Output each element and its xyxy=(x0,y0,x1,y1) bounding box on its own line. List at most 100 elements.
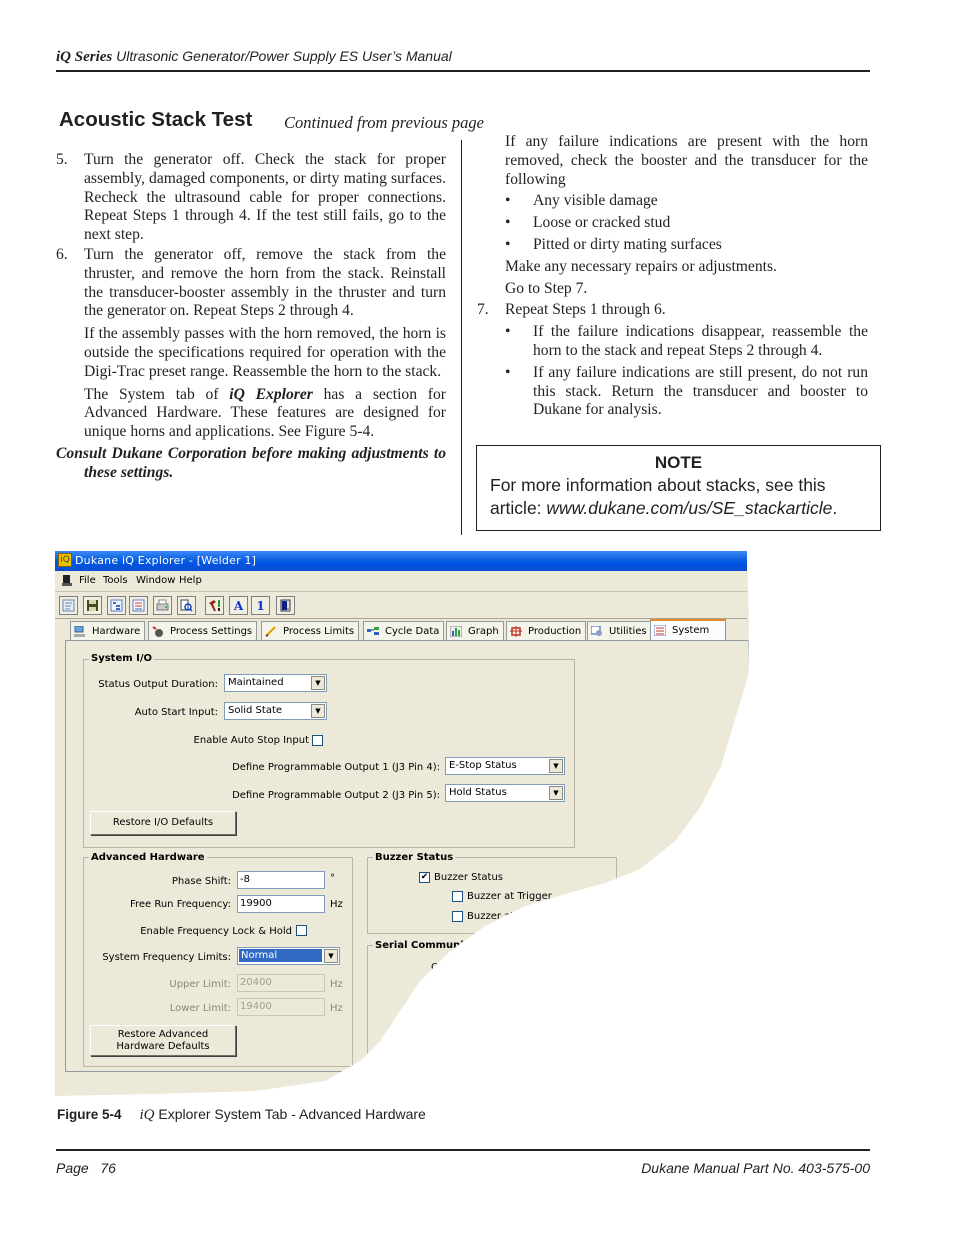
auto-stop-checkbox[interactable] xyxy=(312,735,323,746)
output2-select[interactable]: Hold Status ▼ xyxy=(445,784,565,802)
tab-system[interactable]: System xyxy=(650,619,727,640)
tab-process-limits[interactable]: Process Limits xyxy=(261,621,360,640)
menu-window[interactable]: Window xyxy=(136,575,175,586)
tab-label: System xyxy=(672,625,710,636)
restore-io-defaults-button[interactable]: Restore I/O Defaults xyxy=(90,811,236,835)
preview-icon xyxy=(180,599,193,612)
tools-button[interactable] xyxy=(205,596,224,615)
buzzer-trigger-checkbox[interactable] xyxy=(452,891,463,902)
output1-select[interactable]: E-Stop Status ▼ xyxy=(445,757,565,775)
text: . xyxy=(832,498,838,518)
step-6: 6. Turn the generator off, remove the st… xyxy=(56,246,446,321)
font-a-button[interactable]: A xyxy=(229,596,248,615)
sys-freq-select[interactable]: Normal ▼ xyxy=(237,947,340,965)
tab-hardware[interactable]: Hardware xyxy=(70,621,146,640)
serial-communication-title: Serial Communicat xyxy=(373,940,484,951)
report-button[interactable] xyxy=(59,596,78,615)
step-number: 6. xyxy=(56,245,68,263)
tab-cycle-data[interactable]: Cycle Data xyxy=(363,621,445,640)
preview-button[interactable] xyxy=(177,596,196,615)
phase-shift-unit: ° xyxy=(330,873,335,884)
auto-start-select[interactable]: Solid State ▼ xyxy=(224,702,327,720)
paragraph-goto: Go to Step 7. xyxy=(505,279,588,297)
menu-bar: File Tools Window Help xyxy=(55,571,747,592)
pencil-icon xyxy=(265,625,276,637)
tree-button[interactable] xyxy=(107,596,126,615)
menu-help[interactable]: Help xyxy=(179,575,202,586)
caution-text: Consult Dukane Corporation before making… xyxy=(56,444,446,481)
tab-production[interactable]: Production xyxy=(506,621,587,640)
chevron-down-icon[interactable]: ▼ xyxy=(311,704,325,718)
chevron-down-icon[interactable]: ▼ xyxy=(311,676,325,690)
status-output-select[interactable]: Maintained ▼ xyxy=(224,674,327,692)
header-title: Ultrasonic Generator/Power Supply ES Use… xyxy=(116,48,452,64)
print-button[interactable] xyxy=(153,596,172,615)
tab-utilities[interactable]: Utilities xyxy=(587,621,652,640)
paragraph-repair: Make any necessary repairs or adjustment… xyxy=(505,257,777,275)
buzzer-status-label: Buzzer Status xyxy=(434,872,504,883)
list-item: • Any visible damage xyxy=(505,192,658,210)
menu-file[interactable]: File xyxy=(79,575,96,586)
graph-icon xyxy=(450,625,462,637)
paragraph-horn-removed: If the assembly passes with the horn rem… xyxy=(84,325,446,380)
select-value: E-Stop Status xyxy=(449,760,517,771)
step-number: 5. xyxy=(56,151,68,168)
column-divider xyxy=(461,140,462,535)
free-run-input[interactable]: 19900 xyxy=(237,895,325,913)
save-icon xyxy=(87,600,98,611)
check-icon: ✔ xyxy=(420,872,429,882)
tab-label: Cycle Data xyxy=(385,625,440,637)
sys-freq-label: System Frequency Limits: xyxy=(102,952,231,963)
utilities-icon xyxy=(591,625,602,636)
chevron-down-icon[interactable]: ▼ xyxy=(549,786,563,800)
list-text: If any failure indications are still pre… xyxy=(533,363,868,419)
header-brand: iQ Series xyxy=(56,49,113,65)
system-io-title: System I/O xyxy=(89,653,155,664)
menu-tools[interactable]: Tools xyxy=(103,575,128,586)
section-title: Acoustic Stack Test xyxy=(59,108,253,131)
tab-graph[interactable]: Graph xyxy=(446,621,504,640)
system-icon xyxy=(654,625,666,636)
buzzer-e-label: Buzzer at E xyxy=(467,911,524,922)
tab-label: Utilities xyxy=(609,625,647,637)
paragraph-failure-check: If any failure indications are present w… xyxy=(505,133,868,188)
freq-lock-label: Enable Frequency Lock & Hold xyxy=(140,926,292,937)
number-1-button[interactable]: 1 xyxy=(251,596,270,615)
free-run-unit: Hz xyxy=(330,899,343,910)
tree-icon xyxy=(110,599,123,612)
auto-stop-label: Enable Auto Stop Input xyxy=(193,735,309,746)
auto-start-label: Auto Start Input: xyxy=(134,707,218,718)
note-link[interactable]: www.dukane.com/us/SE_stackarticle xyxy=(546,498,832,518)
buzzer-e-checkbox[interactable] xyxy=(452,911,463,922)
button-label: Restore Advanced xyxy=(117,1028,209,1040)
exit-button[interactable] xyxy=(276,596,295,615)
buzzer-status-title: Buzzer Status xyxy=(373,852,456,863)
header-rule xyxy=(56,70,870,72)
restore-advanced-defaults-button[interactable]: Restore Advanced Hardware Defaults xyxy=(90,1025,236,1056)
freq-lock-checkbox[interactable] xyxy=(296,925,307,936)
system-tab-panel: System I/O Status Output Duration: Maint… xyxy=(65,640,749,1072)
lower-limit-input[interactable]: 19400 xyxy=(237,998,325,1016)
buzzer-status-checkbox[interactable]: ✔ xyxy=(419,872,430,883)
step-5: 5. Turn the generator off. Check the sta… xyxy=(56,151,446,245)
upper-limit-label: Upper Limit: xyxy=(169,979,231,990)
chevron-down-icon[interactable]: ▼ xyxy=(549,759,563,773)
upper-limit-input[interactable]: 20400 xyxy=(237,974,325,992)
running-header: iQ Series Ultrasonic Generator/Power Sup… xyxy=(56,48,452,66)
list-item: • If the failure indications disappear, r… xyxy=(505,323,868,359)
upper-limit-unit: Hz xyxy=(330,979,343,990)
output2-label: Define Programmable Output 2 (J3 Pin 5): xyxy=(232,790,440,801)
text: The System tab of xyxy=(84,385,230,403)
chevron-down-icon[interactable]: ▼ xyxy=(324,949,338,963)
note-text: For more information about stacks, see t… xyxy=(490,474,867,520)
print-icon xyxy=(156,599,169,611)
exit-icon xyxy=(280,599,291,612)
process-settings-icon xyxy=(152,625,163,637)
app-icon: iQ xyxy=(58,553,72,567)
save-button[interactable] xyxy=(83,596,102,615)
figure-caption: Figure 5-4 iQ Explorer System Tab - Advan… xyxy=(57,1106,426,1124)
tab-process-settings[interactable]: Process Settings xyxy=(148,621,258,640)
list-button[interactable] xyxy=(129,596,148,615)
phase-shift-input[interactable]: -8 xyxy=(237,871,325,889)
step-text: Turn the generator off. Check the stack … xyxy=(84,151,446,244)
